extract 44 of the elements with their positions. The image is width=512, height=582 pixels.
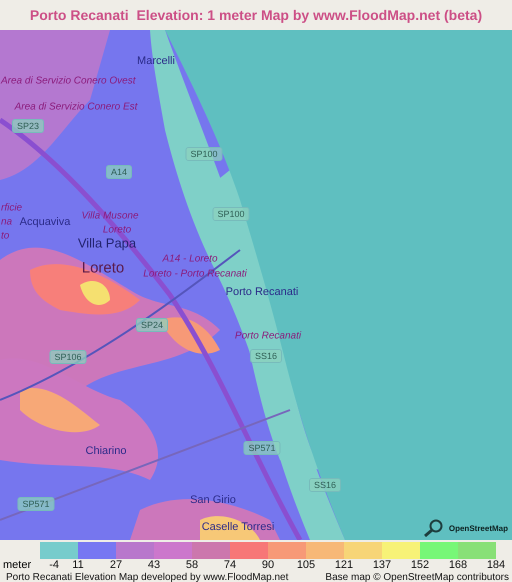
tick-label: 74 xyxy=(222,559,238,572)
unit-label: meter xyxy=(3,559,32,571)
road-sign: SP106 xyxy=(49,350,87,364)
poi-label: rficie xyxy=(1,202,22,214)
tick-label: 137 xyxy=(372,559,392,572)
place-label: San Girio xyxy=(190,494,236,506)
road-sign: SS16 xyxy=(308,478,342,492)
tick-label: 168 xyxy=(448,559,468,572)
poi-label: Porto Recanati xyxy=(234,330,302,342)
poi-label: na xyxy=(1,216,12,228)
place-label: Chiarino xyxy=(86,445,126,457)
place-label: Marcelli xyxy=(137,55,175,67)
tick-label: 121 xyxy=(334,559,354,572)
tick-label: 105 xyxy=(296,559,316,572)
poi-label: to xyxy=(1,230,10,242)
magnifier-icon xyxy=(422,519,445,537)
poi-label: Loreto - Porto Recanati xyxy=(143,268,247,280)
poi-label: Area di Servizio Conero Est xyxy=(14,102,138,112)
road-sign: SP24 xyxy=(136,318,168,332)
road-sign: SP100 xyxy=(212,207,250,221)
place-label: Porto Recanati xyxy=(226,286,298,298)
tick-label: 27 xyxy=(108,559,124,572)
tick-label: 90 xyxy=(260,559,276,572)
tick-label: 58 xyxy=(184,559,200,572)
road-sign: SP23 xyxy=(12,119,44,133)
tick-label: 184 xyxy=(486,559,506,572)
attribution-text: Base map © OpenStreetMap contributors xyxy=(325,572,509,582)
road-sign: SS16 xyxy=(250,349,282,363)
road-sign: SP571 xyxy=(17,497,55,511)
poi-label: Villa Musone xyxy=(81,210,139,222)
place-label: Caselle Torresi xyxy=(202,521,274,533)
road-sign: A14 xyxy=(106,165,132,179)
map-logo-text: OpenStreetMap xyxy=(448,524,508,532)
tick-label: 43 xyxy=(146,559,162,572)
road-sign: SP100 xyxy=(185,147,223,161)
credit-text: Porto Recanati Elevation Map developed by www.FloodMap.net xyxy=(6,572,288,582)
road-sign: SP571 xyxy=(243,441,281,455)
tick-label: 152 xyxy=(410,559,430,572)
place-label: Loreto xyxy=(82,260,124,276)
place-label: Acquaviva xyxy=(20,216,70,228)
poi-label: Loreto xyxy=(102,224,132,236)
place-label: Villa Papa xyxy=(78,236,136,250)
map-title: Porto Recanati Elevation: 1 meter Map by www.FloodMap.net (beta) xyxy=(30,7,482,23)
tick-label: 11 xyxy=(71,559,85,572)
